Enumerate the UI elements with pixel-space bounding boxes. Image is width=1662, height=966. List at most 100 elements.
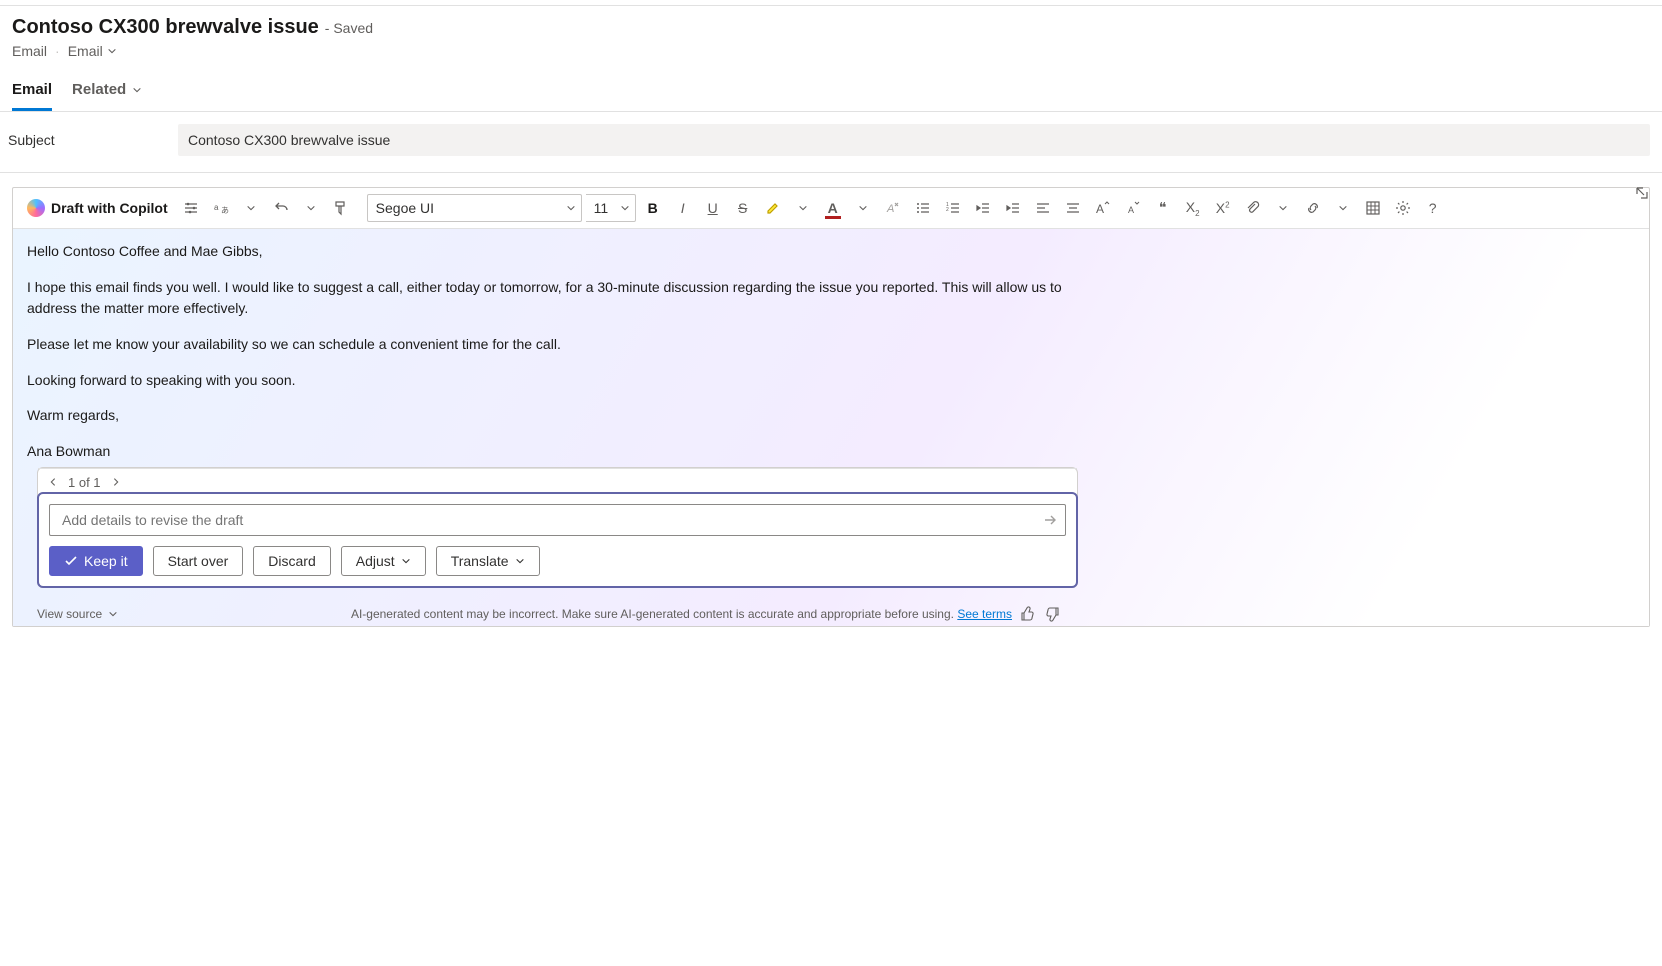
- highlight-dropdown[interactable]: [790, 194, 816, 222]
- chevron-down-icon: [1278, 203, 1288, 213]
- font-color-dropdown[interactable]: [850, 194, 876, 222]
- chevron-left-icon: [48, 477, 58, 487]
- align-left-button[interactable]: [1030, 194, 1056, 222]
- subject-input[interactable]: [178, 124, 1650, 156]
- start-over-button[interactable]: Start over: [153, 546, 244, 576]
- breadcrumb-entity-label: Email: [68, 43, 103, 59]
- subscript-button[interactable]: X2: [1180, 194, 1206, 222]
- email-editor-card: Draft with Copilot aあ: [12, 187, 1650, 627]
- format-painter-button[interactable]: [328, 194, 354, 222]
- chevron-right-icon: [111, 477, 121, 487]
- send-revision-button[interactable]: [1042, 512, 1058, 528]
- align-center-button[interactable]: [1060, 194, 1086, 222]
- font-color-swatch: [825, 216, 841, 219]
- bullet-list-button[interactable]: [910, 194, 936, 222]
- revise-input[interactable]: [49, 504, 1066, 536]
- svg-text:A: A: [1096, 202, 1104, 216]
- gear-icon: [1395, 200, 1411, 216]
- draft-line: I hope this email finds you well. I woul…: [27, 277, 1067, 320]
- save-state: - Saved: [325, 20, 373, 36]
- copilot-logo-icon: [27, 199, 45, 217]
- strikethrough-button[interactable]: S: [730, 194, 756, 222]
- chevron-down-icon: [515, 556, 525, 566]
- view-source-button[interactable]: View source: [37, 607, 118, 621]
- quote-button[interactable]: ❝: [1150, 194, 1176, 222]
- bullet-list-icon: [915, 200, 931, 216]
- tab-related[interactable]: Related: [72, 73, 142, 111]
- chevron-down-icon: [132, 85, 142, 95]
- draft-line: Warm regards,: [27, 405, 1067, 427]
- decrease-font-button[interactable]: A: [1120, 194, 1146, 222]
- tab-email[interactable]: Email: [12, 73, 52, 111]
- attach-dropdown[interactable]: [1270, 194, 1296, 222]
- align-left-icon: [1035, 200, 1051, 216]
- email-body-area[interactable]: Hello Contoso Coffee and Mae Gibbs, I ho…: [13, 229, 1649, 626]
- see-terms-link[interactable]: See terms: [957, 607, 1012, 621]
- chevron-down-icon: [246, 203, 256, 213]
- decrease-indent-button[interactable]: [970, 194, 996, 222]
- chevron-down-icon: [858, 203, 868, 213]
- translate-icon: aあ: [213, 200, 229, 216]
- font-family-select[interactable]: [367, 194, 582, 222]
- font-size-select-wrap: [586, 194, 636, 222]
- svg-text:A: A: [1128, 205, 1134, 215]
- breadcrumb-entity-dropdown[interactable]: Email: [68, 43, 117, 59]
- adjust-button[interactable]: Adjust: [341, 546, 426, 576]
- font-increase-icon: A: [1095, 200, 1111, 216]
- sliders-icon: [183, 200, 199, 216]
- editor-toolbar: Draft with Copilot aあ: [13, 188, 1649, 229]
- outdent-icon: [975, 200, 991, 216]
- svg-text:2: 2: [946, 207, 949, 213]
- undo-dropdown[interactable]: [298, 194, 324, 222]
- editor-settings-button[interactable]: [1390, 194, 1416, 222]
- pager-next[interactable]: [111, 475, 121, 490]
- increase-font-button[interactable]: A: [1090, 194, 1116, 222]
- font-color-button[interactable]: A: [820, 194, 846, 222]
- subject-row: Subject: [0, 112, 1662, 173]
- font-size-select[interactable]: [586, 194, 636, 222]
- attach-button[interactable]: [1240, 194, 1266, 222]
- chevron-down-icon: [108, 609, 118, 619]
- keep-it-label: Keep it: [84, 553, 128, 569]
- italic-button[interactable]: I: [670, 194, 696, 222]
- underline-button[interactable]: U: [700, 194, 726, 222]
- table-icon: [1365, 200, 1381, 216]
- clear-format-icon: A: [885, 200, 901, 216]
- ai-disclaimer: AI-generated content may be incorrect. M…: [351, 607, 957, 621]
- translate-button[interactable]: Translate: [436, 546, 540, 576]
- indent-icon: [1005, 200, 1021, 216]
- thumbs-down-button[interactable]: [1044, 606, 1060, 622]
- pop-out-button[interactable]: [1634, 185, 1652, 203]
- undo-button[interactable]: [268, 194, 294, 222]
- copilot-settings-button[interactable]: [178, 194, 204, 222]
- header-region: Contoso CX300 brewvalve issue - Saved Em…: [0, 6, 1662, 112]
- increase-indent-button[interactable]: [1000, 194, 1026, 222]
- paperclip-icon: [1245, 200, 1261, 216]
- svg-text:あ: あ: [221, 206, 229, 215]
- table-button[interactable]: [1360, 194, 1386, 222]
- draft-line: Hello Contoso Coffee and Mae Gibbs,: [27, 241, 1067, 263]
- clear-formatting-button[interactable]: A: [880, 194, 906, 222]
- breadcrumb-root[interactable]: Email: [12, 43, 47, 59]
- chevron-down-icon: [798, 203, 808, 213]
- bold-button[interactable]: B: [640, 194, 666, 222]
- link-button[interactable]: [1300, 194, 1326, 222]
- font-family-select-wrap: [367, 194, 582, 222]
- language-dropdown[interactable]: [238, 194, 264, 222]
- undo-icon: [273, 200, 289, 216]
- link-dropdown[interactable]: [1330, 194, 1356, 222]
- copilot-footer: View source AI-generated content may be …: [27, 598, 1062, 626]
- superscript-button[interactable]: X2: [1210, 194, 1236, 222]
- font-decrease-icon: A: [1125, 200, 1141, 216]
- help-button[interactable]: ?: [1420, 194, 1446, 222]
- link-icon: [1305, 200, 1321, 216]
- highlight-button[interactable]: [760, 194, 786, 222]
- draft-line: Looking forward to speaking with you soo…: [27, 370, 1067, 392]
- language-button[interactable]: aあ: [208, 194, 234, 222]
- draft-with-copilot-button[interactable]: Draft with Copilot: [21, 194, 174, 222]
- discard-button[interactable]: Discard: [253, 546, 330, 576]
- keep-it-button[interactable]: Keep it: [49, 546, 143, 576]
- thumbs-up-button[interactable]: [1020, 606, 1036, 622]
- numbered-list-button[interactable]: 12: [940, 194, 966, 222]
- pager-prev[interactable]: [48, 475, 58, 490]
